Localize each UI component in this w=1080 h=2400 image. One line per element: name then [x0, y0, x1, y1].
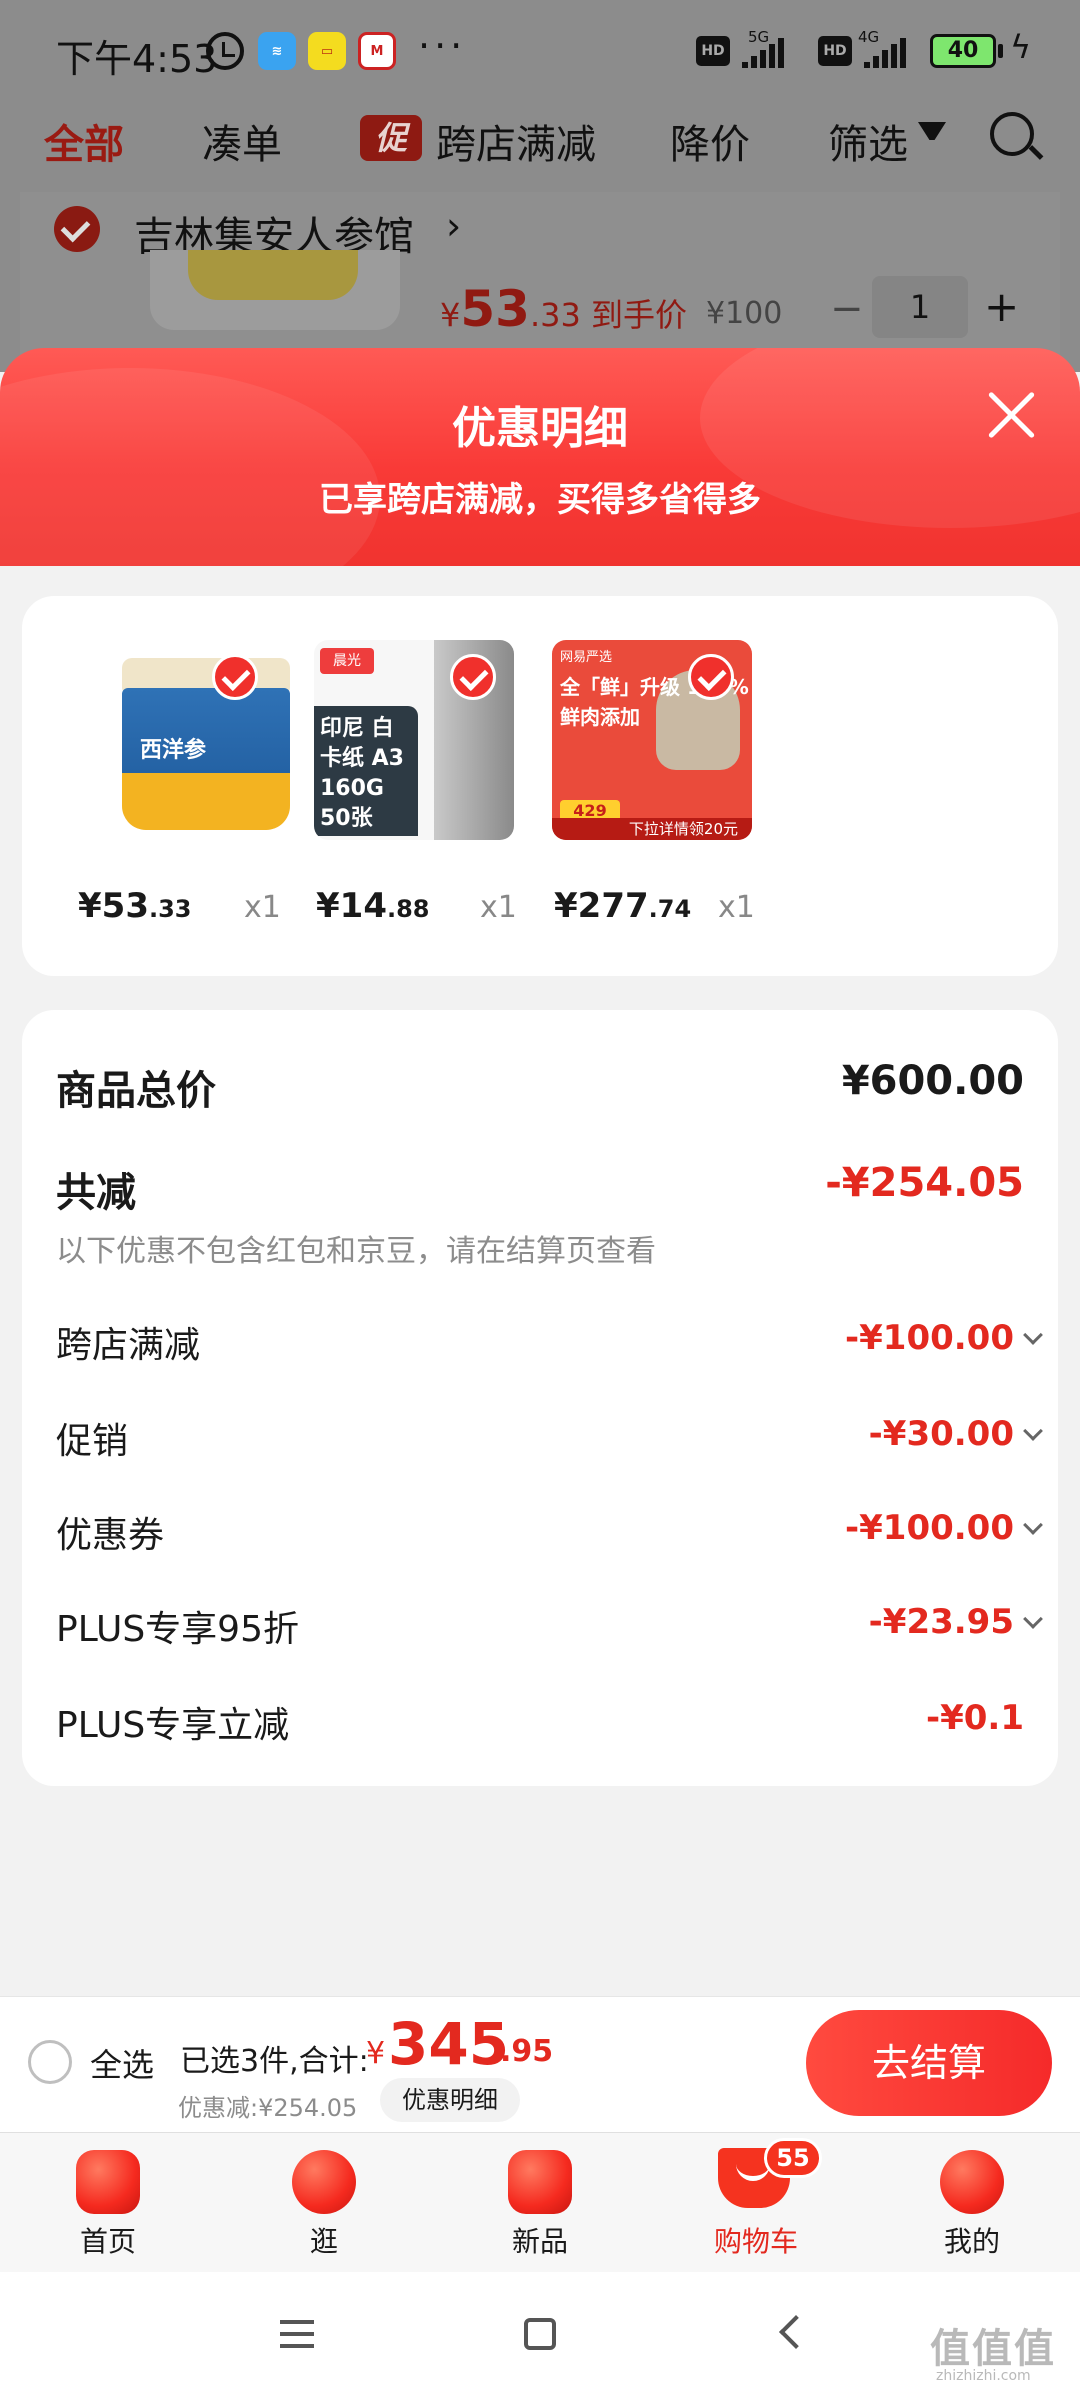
tab-price-drop[interactable]: 降价 [670, 112, 750, 170]
more-notifications-icon: ··· [418, 24, 467, 68]
nav-cart[interactable]: 购物车 [686, 2220, 826, 2260]
cart-count-badge: 55 [764, 2138, 822, 2178]
product-band: 下拉详情领20元 [552, 818, 752, 840]
product-image-text: 印尼 白卡纸 A3 160G 50张 [314, 706, 418, 836]
filter-icon [918, 122, 946, 160]
alarm-icon [206, 32, 244, 70]
home-icon[interactable] [76, 2150, 140, 2214]
product-brand: 网易严选 [560, 650, 613, 665]
total-reduction-label: 共减 [56, 1170, 136, 1216]
nav-profile[interactable]: 我的 [902, 2220, 1042, 2260]
search-icon[interactable] [990, 112, 1034, 156]
checkmark-icon [688, 654, 734, 700]
price-dec: .33 [529, 296, 581, 334]
total-price-label: 商品总价 [56, 1068, 216, 1114]
price-int: 53 [460, 280, 530, 338]
checkmark-icon [450, 654, 496, 700]
reduction-note: 以下优惠不包含红包和京豆，请在结算页查看 [56, 1234, 656, 1269]
chevron-right-icon: › [446, 204, 462, 248]
tab-all[interactable]: 全部 [44, 112, 124, 170]
total-price-value: ¥600.00 [841, 1058, 1024, 1104]
price-yen: ¥ [440, 296, 461, 334]
product-quantity: x1 [718, 890, 755, 925]
price-int: ¥277 [554, 886, 649, 926]
close-icon[interactable] [984, 386, 1040, 442]
product-thumbnail[interactable]: 西洋参 [106, 640, 306, 840]
product-image[interactable] [150, 250, 400, 330]
app-notification-icon: ▭ [308, 32, 346, 70]
home-square-icon[interactable] [524, 2318, 556, 2350]
product-price: ¥277.74 [554, 886, 691, 926]
tab-filter[interactable]: 筛选 [828, 112, 908, 170]
jar-lid [122, 658, 290, 692]
select-all-radio[interactable] [28, 2040, 72, 2084]
discount-summary: 优惠减:¥254.05 [178, 2094, 358, 2122]
total-amount-int: 345 [388, 2010, 510, 2078]
discount-row-value[interactable]: -¥23.95 [869, 1602, 1014, 1642]
status-time: 下午4:53 [56, 37, 218, 81]
app-notification-icon: ≋ [258, 32, 296, 70]
profile-icon[interactable] [940, 2150, 1004, 2214]
store-checkbox-icon[interactable] [54, 206, 100, 252]
price-dec: .88 [386, 895, 430, 923]
discount-row-value[interactable]: -¥100.00 [845, 1508, 1014, 1548]
product-price: ¥53.33 到手价 [440, 280, 687, 338]
battery-icon: 40 [930, 34, 996, 68]
discount-row-label[interactable]: 促销 [56, 1412, 128, 1464]
price-int: ¥14 [316, 886, 387, 926]
price-dec: .74 [648, 895, 692, 923]
tab-bundle[interactable]: 凑单 [202, 112, 282, 170]
checkmark-icon [212, 654, 258, 700]
discount-row-value[interactable]: -¥100.00 [845, 1318, 1014, 1358]
watermark-logo: 值值值 [930, 2326, 1056, 2372]
discount-row-value[interactable]: -¥30.00 [869, 1414, 1014, 1454]
discount-sheet-header: 优惠明细 已享跨店满减，买得多省得多 [0, 348, 1080, 568]
sheet-title: 优惠明细 [452, 403, 628, 454]
battery-level: 40 [933, 37, 993, 65]
nav-home[interactable]: 首页 [38, 2220, 178, 2260]
original-price: ¥100 [706, 296, 783, 331]
browse-icon[interactable] [292, 2150, 356, 2214]
signal-icon [864, 36, 906, 68]
promo-tag-icon: 促 [360, 115, 422, 161]
nav-browse[interactable]: 逛 [254, 2220, 394, 2260]
product-price: ¥14.88 [316, 886, 430, 926]
discount-row-label[interactable]: 跨店满减 [56, 1316, 200, 1368]
hd-badge: HD [818, 36, 852, 66]
total-currency: ¥ [366, 2036, 386, 2071]
checkout-button[interactable]: 去结算 [806, 2010, 1052, 2116]
price-dec: .33 [148, 895, 192, 923]
product-brand: 晨光 [320, 648, 374, 674]
tab-cross-store[interactable]: 跨店满减 [436, 112, 596, 170]
discount-row-label: PLUS专享立减 [56, 1705, 290, 1746]
charging-icon: ϟ [1010, 28, 1032, 66]
new-products-icon[interactable] [508, 2150, 572, 2214]
discount-row-label[interactable]: PLUS专享95折 [56, 1600, 299, 1652]
battery-tip [998, 44, 1003, 58]
discount-row-label[interactable]: 优惠券 [56, 1506, 164, 1558]
total-reduction-value: -¥254.05 [825, 1160, 1024, 1206]
app-notification-icon: M [358, 32, 396, 70]
quantity-minus-button[interactable]: − [830, 286, 864, 332]
product-price: ¥53.33 [78, 886, 192, 926]
hd-badge: HD [696, 36, 730, 66]
discount-row-value: -¥0.1 [926, 1698, 1024, 1738]
signal-icon [742, 36, 784, 68]
price-breakdown-card [22, 1010, 1058, 1786]
watermark-url: zhizhizhi.com [936, 2368, 1031, 2384]
product-quantity: x1 [244, 890, 281, 925]
product-quantity: x1 [480, 890, 517, 925]
quantity-plus-button[interactable]: + [984, 282, 1019, 331]
quantity-input[interactable]: 1 [872, 276, 968, 338]
select-all-label[interactable]: 全选 [90, 2040, 154, 2086]
menu-icon[interactable] [280, 2320, 314, 2348]
price-int: ¥53 [78, 886, 149, 926]
sheet-subtitle: 已享跨店满减，买得多省得多 [319, 480, 761, 520]
total-amount-dec: .95 [500, 2034, 554, 2069]
discount-detail-button[interactable]: 优惠明细 [380, 2078, 520, 2122]
price-suffix: 到手价 [580, 296, 688, 334]
product-image-text: 西洋参 [140, 738, 207, 763]
selected-count-text: 已选3件,合计: [180, 2044, 369, 2079]
nav-new[interactable]: 新品 [470, 2220, 610, 2260]
